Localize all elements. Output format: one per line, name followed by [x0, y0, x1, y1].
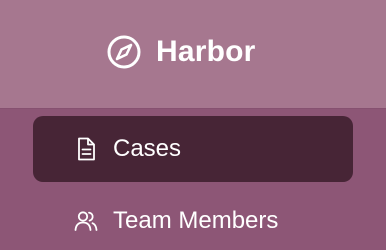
- users-icon: [73, 208, 99, 234]
- compass-icon: [106, 34, 142, 70]
- sidebar-item-label: Team Members: [113, 207, 279, 234]
- sidebar-item-label: Cases: [113, 135, 182, 162]
- brand-header: Harbor: [0, 0, 386, 108]
- document-icon: [73, 136, 99, 162]
- app-name: Harbor: [156, 35, 256, 68]
- sidebar: Harbor Cases Team Members: [0, 0, 386, 250]
- sidebar-item-team-members[interactable]: Team Members: [33, 188, 353, 250]
- sidebar-item-cases[interactable]: Cases: [33, 116, 353, 182]
- brand[interactable]: Harbor: [106, 30, 256, 74]
